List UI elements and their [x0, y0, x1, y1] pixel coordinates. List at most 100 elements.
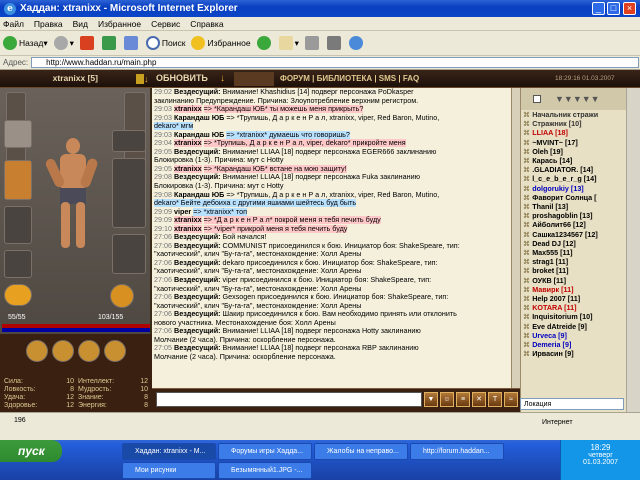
gloves-slot[interactable]: [4, 206, 32, 244]
online-player[interactable]: ⌘ Фаворит Солнца [: [521, 193, 626, 202]
refresh-button[interactable]: [101, 36, 118, 50]
chat-sender[interactable]: Вездесущий:: [174, 148, 221, 156]
sun-icon[interactable]: [110, 284, 134, 308]
player-info-icon[interactable]: ⌘: [523, 211, 532, 220]
online-player[interactable]: ⌘ Карась [14]: [521, 156, 626, 165]
online-player[interactable]: ⌘ strag1 [11]: [521, 257, 626, 266]
player-info-icon[interactable]: ⌘: [523, 147, 532, 156]
chat-sender[interactable]: xtranixx: [174, 224, 202, 233]
player-name[interactable]: Max555 [11]: [532, 248, 572, 257]
online-player[interactable]: ⌘ Thanil [13]: [521, 202, 626, 211]
print-button[interactable]: [304, 36, 321, 50]
chat-sender[interactable]: Вездесущий:: [174, 259, 221, 267]
player-info-icon[interactable]: ⌘: [523, 285, 532, 294]
menu-view[interactable]: Вид: [73, 19, 88, 29]
player-name[interactable]: LLIAA [18]: [532, 128, 568, 137]
chat-sender[interactable]: Вездесущий:: [174, 88, 221, 96]
player-info-icon[interactable]: ⌘: [523, 294, 532, 303]
player-name[interactable]: dolgorukiy [13]: [532, 184, 584, 193]
player-nick[interactable]: xtranixx [5]: [4, 73, 148, 85]
clear-button[interactable]: ✕: [472, 392, 486, 407]
checkbox[interactable]: [533, 95, 541, 103]
chat-sender[interactable]: Карандаш ЮБ: [174, 131, 224, 139]
chat-sender[interactable]: xtranixx: [174, 139, 202, 148]
chat-sender[interactable]: xtranixx: [174, 216, 202, 225]
filter-button[interactable]: ≡: [456, 392, 470, 407]
player-name[interactable]: Thanil [13]: [532, 202, 568, 211]
player-name[interactable]: Стражник [10]: [532, 119, 581, 128]
player-name[interactable]: l_c_e_b_e_r_g [14]: [532, 174, 596, 183]
task-forum-url[interactable]: http://forum.haddan...: [410, 443, 504, 460]
task-pictures[interactable]: Мои рисунки: [122, 462, 216, 479]
stop-button[interactable]: [79, 36, 96, 50]
chat-sender[interactable]: viper: [174, 208, 191, 216]
online-player[interactable]: ⌘ Начальник стражи: [521, 110, 626, 119]
player-info-icon[interactable]: ⌘: [523, 340, 532, 349]
chat-sender[interactable]: xtranixx: [174, 164, 202, 173]
online-player[interactable]: ⌘ Ирвасин [9]: [521, 349, 626, 358]
player-name[interactable]: Ирвасин [9]: [532, 349, 573, 358]
player-name[interactable]: Oleh [19]: [532, 147, 563, 156]
menu-tools[interactable]: Сервис: [151, 19, 180, 29]
player-name[interactable]: strag1 [11]: [532, 257, 568, 266]
player-info-icon[interactable]: ⌘: [523, 174, 532, 183]
player-name[interactable]: Inquisitorium [10]: [532, 312, 592, 321]
menu-favorites[interactable]: Избранное: [98, 19, 141, 29]
player-info-icon[interactable]: ⌘: [523, 220, 532, 229]
player-info-icon[interactable]: ⌘: [523, 276, 532, 285]
online-player[interactable]: ⌘ Inquisitorium [10]: [521, 312, 626, 321]
send-button[interactable]: ▼: [424, 392, 438, 407]
belt-slot[interactable]: [4, 250, 32, 278]
online-player[interactable]: ⌘ LLIAA [18]: [521, 128, 626, 137]
player-info-icon[interactable]: ⌘: [523, 248, 532, 257]
chat-sender[interactable]: Вездесущий:: [174, 327, 221, 335]
location-select[interactable]: Локация: [520, 398, 624, 410]
player-name[interactable]: .GLADIATOR. [14]: [532, 165, 593, 174]
online-player[interactable]: ⌘ Стражник [10]: [521, 119, 626, 128]
favorites-button[interactable]: Избранное: [191, 36, 251, 50]
task-paint[interactable]: Безымянный1.JPG -...: [218, 462, 312, 479]
player-info-icon[interactable]: ⌘: [523, 184, 532, 193]
online-player[interactable]: ⌘ l_c_e_b_e_r_g [14]: [521, 174, 626, 183]
online-player[interactable]: ⌘ KOTARA [11]: [521, 303, 626, 312]
chat-sender[interactable]: Вездесущий:: [174, 310, 221, 318]
player-info-icon[interactable]: ⌘: [523, 156, 532, 165]
chat-sender[interactable]: Вездесущий:: [174, 344, 221, 352]
menu-edit[interactable]: Правка: [34, 19, 63, 29]
chat-log[interactable]: 29:02 Вездесущий: Внимание! Khashidius […: [152, 88, 512, 388]
player-name[interactable]: ОУКВ [11]: [532, 276, 566, 285]
shield-slot[interactable]: [4, 284, 32, 306]
player-name[interactable]: Начальник стражи: [532, 110, 598, 119]
chat-sender[interactable]: Вездесущий:: [174, 233, 221, 241]
player-name[interactable]: Demeria [9]: [532, 340, 571, 349]
chat-sender[interactable]: Карандаш ЮБ: [174, 191, 224, 199]
player-info-icon[interactable]: ⌘: [523, 128, 532, 137]
online-player[interactable]: ⌘ Max555 [11]: [521, 248, 626, 257]
messenger-button[interactable]: [348, 36, 365, 50]
menu-help[interactable]: Справка: [190, 19, 223, 29]
player-info-icon[interactable]: ⌘: [523, 257, 532, 266]
maximize-button[interactable]: □: [607, 2, 620, 15]
chat-message-input[interactable]: [156, 392, 422, 407]
url-input[interactable]: http://www.haddan.ru/main.php: [31, 57, 640, 68]
player-name[interactable]: broket [11]: [532, 266, 568, 275]
online-player[interactable]: ⌘ .GLADIATOR. [14]: [521, 165, 626, 174]
online-scrollbar[interactable]: [626, 88, 640, 412]
chat-sender[interactable]: Вездесущий:: [174, 242, 221, 250]
online-player[interactable]: ⌘ Eve dAtreide [9]: [521, 322, 626, 331]
player-info-icon[interactable]: ⌘: [523, 349, 532, 358]
online-player[interactable]: ⌘ Urveca [9]: [521, 331, 626, 340]
close-button[interactable]: ×: [623, 2, 636, 15]
online-player[interactable]: ⌘ dolgorukiy [13]: [521, 184, 626, 193]
player-name[interactable]: KOTARA [11]: [532, 303, 576, 312]
ability-4-icon[interactable]: [104, 340, 126, 362]
refresh-game-button[interactable]: ОБНОВИТЬ: [156, 73, 208, 83]
smile-button[interactable]: ☺: [440, 392, 454, 407]
chat-sender[interactable]: Вездесущий:: [174, 293, 221, 301]
amulet-slot[interactable]: [112, 130, 146, 152]
online-player[interactable]: ⌘ Сашка1234567 [12]: [521, 230, 626, 239]
player-name[interactable]: ~MVINT~ [17]: [532, 138, 578, 147]
boots-slot[interactable]: [112, 234, 146, 274]
edit-button[interactable]: [326, 36, 343, 50]
player-name[interactable]: Айболит66 [12]: [532, 220, 586, 229]
